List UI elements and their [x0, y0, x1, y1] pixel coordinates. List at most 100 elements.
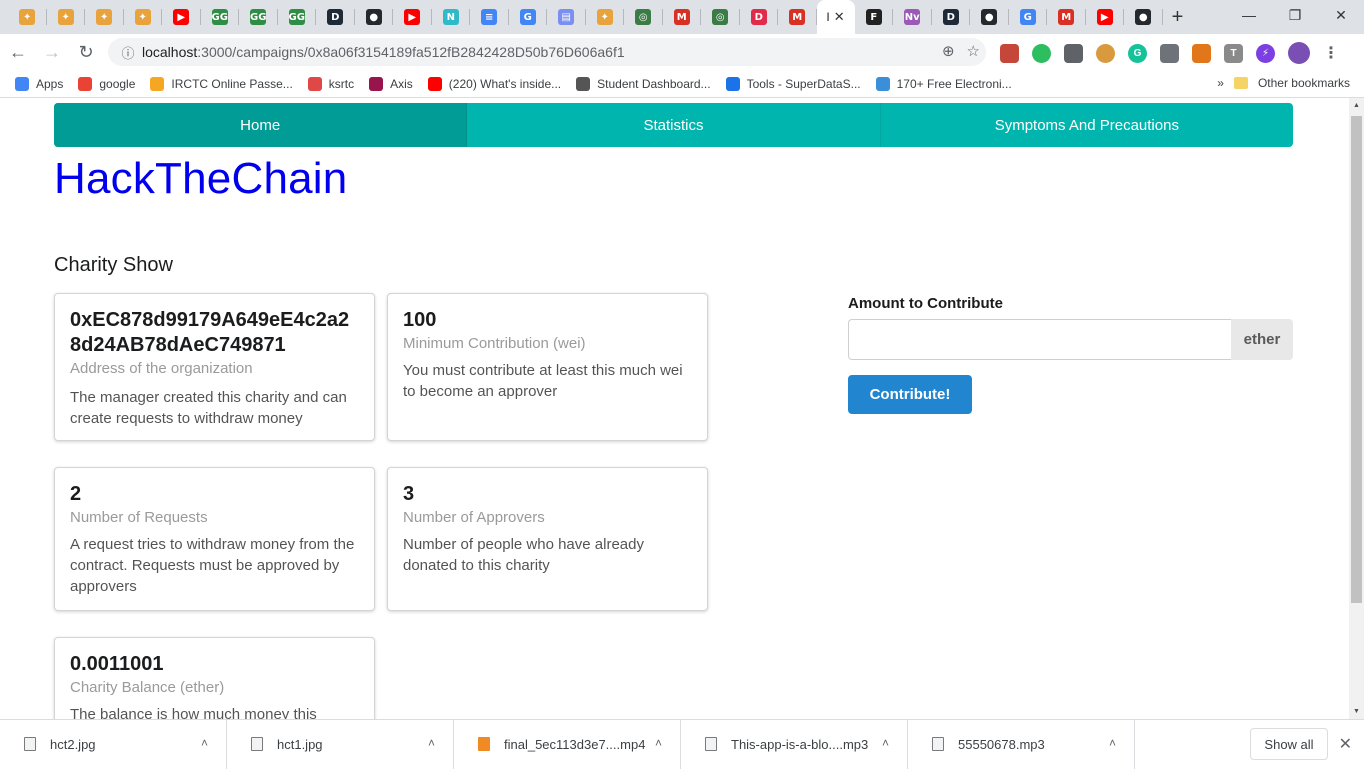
bookmark-item[interactable]: Tools - SuperDataS...	[725, 76, 861, 91]
browser-tab[interactable]: ✦	[8, 0, 47, 34]
card-description: The manager created this charity and can…	[70, 389, 347, 427]
zoom-icon[interactable]: ⊕	[942, 42, 955, 60]
browser-tab-active[interactable]: I ✕	[816, 0, 855, 34]
profile-avatar[interactable]	[1288, 42, 1310, 64]
chevron-up-icon[interactable]: ˄	[882, 736, 889, 750]
scrollbar-thumb[interactable]	[1351, 116, 1362, 603]
bookmark-favicon-icon	[369, 76, 384, 91]
browser-tab[interactable]: M	[778, 0, 817, 34]
restore-icon[interactable]: ❐	[1272, 0, 1318, 30]
bookmark-label: Apps	[36, 76, 64, 91]
browser-tab[interactable]: F	[855, 0, 894, 34]
bookmark-favicon-icon	[725, 76, 740, 91]
chart-extension-icon[interactable]	[1160, 43, 1179, 63]
site-info-icon[interactable]: ⓘ	[114, 43, 142, 62]
menu-item-statistics[interactable]: Statistics	[467, 103, 881, 147]
back-icon[interactable]: ←	[2, 36, 34, 68]
browser-tab[interactable]: GG	[201, 0, 240, 34]
reload-icon[interactable]: ↻	[70, 36, 102, 68]
new-tab-icon[interactable]: +	[1163, 0, 1193, 34]
download-item[interactable]: final_5ec113d3e7....mp4 ˄	[454, 719, 681, 769]
bookmark-item[interactable]: Student Dashboard...	[576, 76, 711, 91]
scroll-down-icon[interactable]: ▼	[1349, 704, 1364, 719]
browser-tab[interactable]: ●	[970, 0, 1009, 34]
metamask-extension-icon[interactable]	[1192, 43, 1211, 63]
browser-tab[interactable]: ✦	[586, 0, 625, 34]
contribute-button[interactable]: Contribute!	[848, 375, 972, 414]
show-all-button[interactable]: Show all	[1250, 728, 1328, 760]
menu-item-home[interactable]: Home	[54, 103, 468, 147]
browser-tab[interactable]: ▶	[393, 0, 432, 34]
download-item[interactable]: hct2.jpg ˄	[0, 719, 227, 769]
browser-tab[interactable]: D	[740, 0, 779, 34]
cookie-extension-icon[interactable]	[1096, 43, 1115, 63]
close-window-icon[interactable]: ✕	[1318, 0, 1364, 30]
browser-tab[interactable]: GG	[278, 0, 317, 34]
browser-tab[interactable]: G	[1009, 0, 1048, 34]
browser-tab[interactable]: M	[1047, 0, 1086, 34]
page-scrollbar[interactable]: ▲ ▼	[1349, 98, 1364, 719]
brand-title[interactable]: HackTheChain	[54, 154, 347, 204]
bookmark-item[interactable]: IRCTC Online Passe...	[150, 76, 293, 91]
browser-tab[interactable]: D	[316, 0, 355, 34]
browser-tab[interactable]: ≡	[470, 0, 509, 34]
evernote-extension-icon[interactable]	[1032, 43, 1051, 63]
browser-tab[interactable]: ✦	[85, 0, 124, 34]
tab-strip: ✦ ✦ ✦ ✦ ▶ GG GG GG D ● ▶ N ≡ G ▤ ✦ ◎ M ◎ D M I ✕ F Nv D ● G M ▶ ● + — ❐…	[0, 0, 1364, 34]
t-extension-icon[interactable]: T	[1224, 43, 1243, 63]
download-item[interactable]: This-app-is-a-blo....mp3 ˄	[681, 719, 908, 769]
bookmark-item[interactable]: ksrtc	[307, 76, 354, 91]
card-description: The balance is how much money this	[70, 706, 317, 719]
forward-icon[interactable]: →	[36, 36, 68, 68]
address-bar[interactable]: ⓘ localhost:3000/campaigns/0x8a06f315418…	[108, 38, 986, 66]
gmail-icon: M	[1058, 9, 1075, 25]
cube-extension-icon[interactable]	[1064, 43, 1083, 63]
browser-tab[interactable]: ✦	[47, 0, 86, 34]
scroll-up-icon[interactable]: ▲	[1349, 98, 1364, 113]
bookmark-item[interactable]: 170+ Free Electroni...	[875, 76, 1012, 91]
download-item[interactable]: hct1.jpg ˄	[227, 719, 454, 769]
chevron-up-icon[interactable]: ˄	[1109, 736, 1116, 750]
browser-tab[interactable]: ●	[355, 0, 394, 34]
bookmark-label: (220) What's inside...	[448, 76, 562, 91]
bookmarks-right: » Other bookmarks	[1217, 76, 1350, 90]
bookmark-item[interactable]: google	[78, 76, 135, 91]
bolt-extension-icon[interactable]: ⚡	[1256, 43, 1275, 63]
other-bookmarks[interactable]: Other bookmarks	[1258, 76, 1350, 90]
browser-tab[interactable]: N	[432, 0, 471, 34]
close-shelf-icon[interactable]: ✕	[1339, 734, 1352, 754]
browser-tab[interactable]: M	[663, 0, 702, 34]
chevron-up-icon[interactable]: ˄	[655, 736, 662, 750]
pdf-extension-icon[interactable]	[1000, 43, 1019, 63]
browser-tab[interactable]: Nv	[893, 0, 932, 34]
github-icon: ●	[981, 9, 998, 25]
bookmark-item[interactable]: (220) What's inside...	[427, 76, 562, 91]
card-description: You must contribute at least this much w…	[403, 362, 683, 400]
bookmark-item[interactable]: Axis	[369, 76, 413, 91]
menu-kebab-icon[interactable]: ⋮	[1323, 43, 1339, 63]
chevron-up-icon[interactable]: ˄	[201, 736, 208, 750]
bookmarks-overflow[interactable]: »	[1217, 76, 1224, 90]
github-icon: ✦	[96, 9, 113, 25]
browser-tab[interactable]: D	[932, 0, 971, 34]
browser-tab[interactable]: GG	[239, 0, 278, 34]
bookmark-item[interactable]: Apps	[15, 76, 64, 91]
browser-tab[interactable]: ▶	[1086, 0, 1125, 34]
browser-tab[interactable]: ▶	[162, 0, 201, 34]
browser-tab[interactable]: ✦	[124, 0, 163, 34]
chevron-up-icon[interactable]: ˄	[428, 736, 435, 750]
browser-tab[interactable]: G	[509, 0, 548, 34]
browser-tab[interactable]: ◎	[701, 0, 740, 34]
minimize-icon[interactable]: —	[1226, 0, 1272, 30]
url-path: :3000/campaigns/0x8a06f3154189fa512fB284…	[197, 44, 625, 60]
grammarly-extension-icon[interactable]: G	[1128, 43, 1147, 63]
download-item[interactable]: 55550678.mp3 ˄	[908, 719, 1135, 769]
amount-input[interactable]	[848, 319, 1231, 360]
browser-tab[interactable]: ◎	[624, 0, 663, 34]
close-tab-icon[interactable]: ✕	[834, 9, 845, 25]
menu-item-symptoms[interactable]: Symptoms And Precautions	[881, 103, 1293, 147]
browser-tab[interactable]: ●	[1124, 0, 1163, 34]
bookmark-star-icon[interactable]: ☆	[967, 42, 980, 60]
browser-tab[interactable]: ▤	[547, 0, 586, 34]
file-icon	[705, 737, 717, 751]
